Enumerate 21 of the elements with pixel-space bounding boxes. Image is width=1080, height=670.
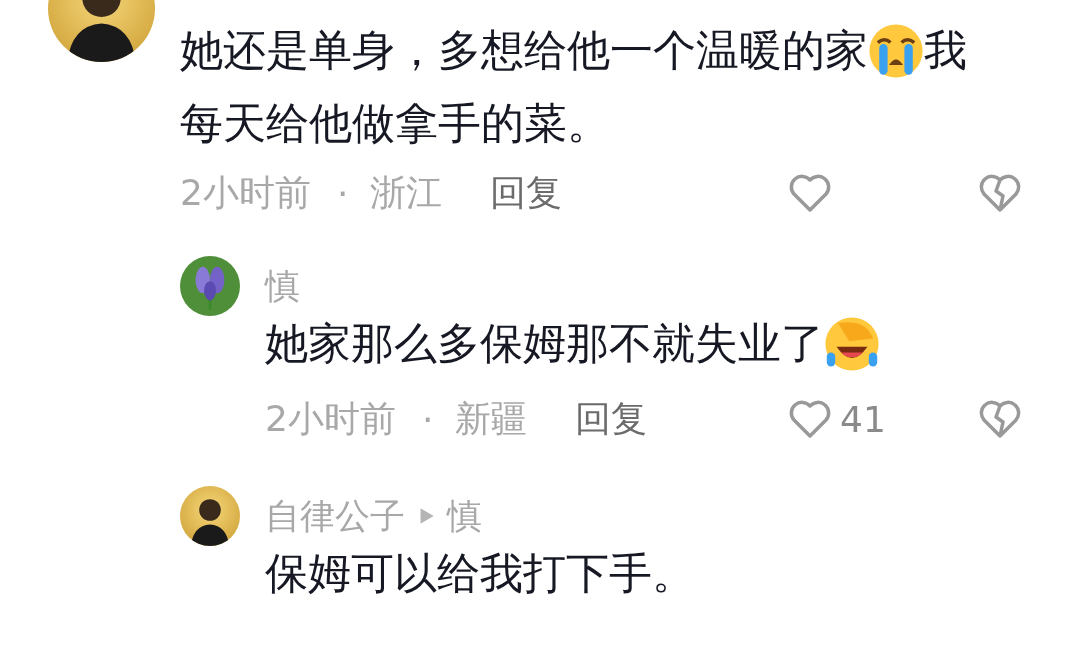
- comment-text: 她还是单身，多想给他一个温暖的家: [180, 23, 868, 77]
- separator-dot: ·: [336, 172, 349, 214]
- username[interactable]: 慎: [265, 262, 300, 310]
- crying-face-icon: [868, 22, 924, 79]
- username[interactable]: 自律公子: [265, 492, 405, 540]
- comment-time: 2小时前: [180, 170, 311, 215]
- reply-button[interactable]: 回复: [575, 394, 648, 444]
- comment-location: 新疆: [455, 396, 528, 441]
- comment-location: 浙江: [370, 170, 443, 215]
- like-count: 41: [840, 398, 886, 440]
- comment-text: 每天给他做拿手的菜。: [180, 96, 610, 150]
- separator-dot: ·: [421, 398, 434, 440]
- comment-text: 我: [924, 23, 967, 77]
- reply-target-username[interactable]: 慎: [447, 492, 482, 540]
- comment-time: 2小时前: [265, 396, 396, 441]
- flower-avatar[interactable]: [180, 256, 240, 316]
- laughing-face-icon: [824, 316, 880, 372]
- reply-button[interactable]: 回复: [490, 168, 563, 218]
- comment-text: 保姆可以给我打下手。: [265, 547, 695, 600]
- avatar-silhouette[interactable]: [180, 486, 240, 546]
- comment-text: 她家那么多保姆那不就失业了: [265, 317, 824, 370]
